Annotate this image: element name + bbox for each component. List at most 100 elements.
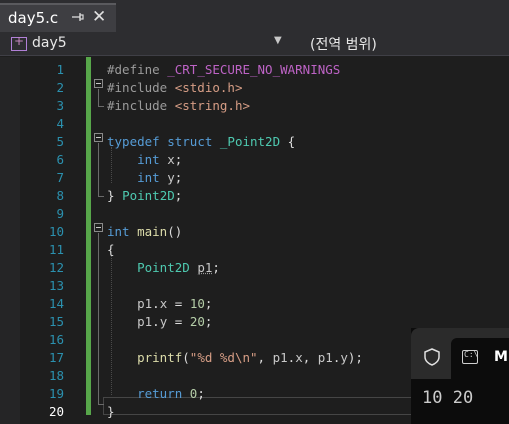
- line-number: 3: [56, 98, 64, 113]
- code-token: Point2D: [122, 188, 175, 203]
- document-tab-bar: day5.c ✕: [0, 0, 509, 32]
- code-text: #include <string.h>: [107, 97, 250, 115]
- code-line[interactable]: 7 int y;: [0, 169, 509, 187]
- line-number: 18: [48, 368, 64, 383]
- line-number: 15: [48, 314, 64, 329]
- code-token: .: [152, 314, 160, 329]
- line-number: 4: [56, 116, 64, 131]
- code-token: {: [107, 242, 115, 257]
- code-line[interactable]: 13: [0, 277, 509, 295]
- code-text: }: [107, 403, 115, 421]
- code-line[interactable]: 3 #include <string.h>: [0, 97, 509, 115]
- code-text: return 0;: [107, 385, 205, 403]
- code-line[interactable]: 10 int main(): [0, 223, 509, 241]
- code-token: ;: [212, 260, 220, 275]
- code-token: #include: [107, 98, 175, 113]
- code-text: printf("%d %d\n", p1.x, p1.y);: [107, 349, 363, 367]
- command-prompt-glyph: C:\: [464, 350, 479, 359]
- code-text: typedef struct _Point2D {: [107, 133, 295, 151]
- line-number: 13: [48, 278, 64, 293]
- shield-icon[interactable]: [424, 348, 440, 366]
- line-number: 12: [48, 260, 64, 275]
- code-token: typedef: [107, 134, 160, 149]
- code-token: printf: [137, 350, 183, 365]
- code-token: (: [182, 350, 190, 365]
- code-line[interactable]: 12 Point2D p1;: [0, 259, 509, 277]
- code-token: 20: [189, 314, 205, 329]
- code-token: #define: [107, 62, 168, 77]
- code-line[interactable]: 1 #define _CRT_SECURE_NO_WARNINGS: [0, 61, 509, 79]
- console-window[interactable]: C:\ M 10 20: [411, 328, 509, 424]
- terminal-tab-title: M: [494, 349, 508, 365]
- code-token: return: [137, 386, 183, 401]
- line-number: 5: [56, 134, 64, 149]
- scope-dropdown[interactable]: (전역 범위): [290, 32, 509, 55]
- line-number: 6: [56, 152, 64, 167]
- code-token: .: [152, 296, 160, 311]
- code-line[interactable]: 4: [0, 115, 509, 133]
- line-number: 1: [56, 62, 64, 77]
- code-line[interactable]: 6 int x;: [0, 151, 509, 169]
- code-token: #include: [107, 80, 175, 95]
- code-token: ;: [204, 296, 213, 311]
- code-token: ;: [174, 152, 183, 167]
- line-number: 19: [48, 386, 64, 401]
- tab-title: day5.c: [8, 9, 59, 27]
- project-label: day5: [32, 35, 67, 51]
- code-text: Point2D p1;: [107, 259, 220, 277]
- code-token: }: [107, 188, 123, 203]
- project-icon: [11, 34, 27, 51]
- line-number: 9: [56, 206, 64, 221]
- code-token: "%d %d\n": [189, 350, 258, 365]
- code-token: int: [107, 224, 130, 239]
- code-line[interactable]: 9: [0, 205, 509, 223]
- code-text: #define _CRT_SECURE_NO_WARNINGS: [107, 61, 340, 79]
- project-dropdown[interactable]: day5 ▼: [9, 33, 282, 55]
- code-line[interactable]: 5 typedef struct _Point2D {: [0, 133, 509, 151]
- command-prompt-icon: C:\: [462, 350, 478, 364]
- code-text: int main(): [107, 223, 182, 241]
- code-token: p1: [197, 260, 213, 275]
- code-token: (): [167, 224, 183, 239]
- code-token: int: [137, 170, 160, 185]
- code-token: p1: [137, 314, 153, 329]
- line-number: 17: [48, 350, 64, 365]
- code-text: p1.y = 20;: [107, 313, 212, 331]
- code-token: }: [107, 404, 115, 419]
- code-token: ,: [302, 350, 318, 365]
- close-icon[interactable]: ✕: [92, 7, 106, 27]
- code-token: x: [295, 350, 303, 365]
- code-token: <stdio.h>: [174, 80, 243, 95]
- code-token: ;: [197, 386, 205, 401]
- code-text: p1.x = 10;: [107, 295, 212, 313]
- pin-icon[interactable]: [69, 8, 85, 26]
- code-token: p1: [272, 350, 288, 365]
- tab-day5-c[interactable]: day5.c ✕: [0, 3, 116, 32]
- code-token: ;: [174, 188, 183, 203]
- code-token: int: [137, 152, 160, 167]
- chevron-down-icon: ▼: [274, 35, 282, 46]
- code-token: y: [340, 350, 348, 365]
- code-token: _Point2D: [219, 134, 281, 149]
- line-number: 2: [56, 80, 64, 95]
- code-token: ;: [174, 170, 183, 185]
- code-token: x: [167, 152, 175, 167]
- code-token: ,: [257, 350, 273, 365]
- line-number: 20: [48, 404, 64, 419]
- terminal-tab[interactable]: C:\ M: [451, 338, 509, 379]
- code-line[interactable]: 14 p1.x = 10;: [0, 295, 509, 313]
- code-line[interactable]: 2 #include <stdio.h>: [0, 79, 509, 97]
- line-number: 10: [48, 224, 64, 239]
- code-token: p1: [137, 296, 153, 311]
- navigation-bar: day5 ▼ (전역 범위): [0, 32, 509, 56]
- line-number: 14: [48, 296, 64, 311]
- code-token: =: [167, 296, 190, 311]
- code-text: #include <stdio.h>: [107, 79, 242, 97]
- code-line[interactable]: 11 {: [0, 241, 509, 259]
- code-line[interactable]: 8} Point2D;: [0, 187, 509, 205]
